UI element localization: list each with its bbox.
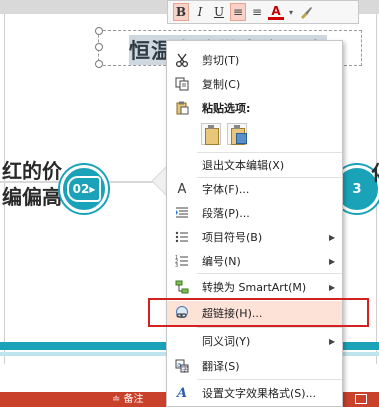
chevron-right-icon: ▶ <box>329 336 336 346</box>
menu-item-paste-options: 粘贴选项: <box>167 96 342 120</box>
resize-handle-middle-left[interactable] <box>95 43 103 51</box>
smartart-icon <box>173 278 191 296</box>
font-color-button[interactable]: A <box>268 4 284 20</box>
left-body-text: 红的价 编偏高 <box>2 158 62 210</box>
menu-item-translate[interactable]: a字 翻译(S) <box>167 354 342 378</box>
font-icon: A <box>177 181 187 197</box>
menu-item-convert-smartart-label: 转换为 SmartArt(M) <box>202 281 307 294</box>
left-body-line-2: 编偏高 <box>2 185 62 209</box>
normal-view-icon[interactable] <box>355 394 367 404</box>
left-body-line-1: 红的价 <box>2 159 62 183</box>
resize-handle-top-left[interactable] <box>95 27 103 35</box>
menu-item-text-effects[interactable]: A 设置文字效果格式(S)... <box>167 381 342 405</box>
underline-button[interactable]: U <box>211 3 227 21</box>
chevron-right-icon: ▶ <box>329 282 336 292</box>
scissors-icon <box>173 51 191 69</box>
menu-separator <box>197 327 342 328</box>
menu-item-exit-text-edit[interactable]: 退出文本编辑(X) <box>167 153 342 177</box>
bullets-icon <box>173 228 191 246</box>
menu-item-convert-smartart[interactable]: 转换为 SmartArt(M) ▶ <box>167 275 342 299</box>
brush-icon[interactable] <box>298 3 314 21</box>
menu-item-copy-label: 复制(C) <box>202 78 241 91</box>
right-body-line-1: 化 <box>371 160 379 186</box>
translate-icon: a字 <box>173 357 191 375</box>
menu-item-font[interactable]: A 字体(F)... <box>167 177 342 201</box>
menu-item-synonyms-label: 同义词(Y) <box>202 335 251 348</box>
step-badge-right-label: 3 <box>352 181 362 197</box>
chevron-right-icon: ▶ <box>329 256 336 266</box>
menu-item-cut-label: 剪切(T) <box>202 54 240 67</box>
menu-item-numbering[interactable]: 123 编号(N) ▶ <box>167 249 342 273</box>
align-center-button[interactable]: ≡ <box>230 3 246 21</box>
paste-picture-icon[interactable] <box>227 123 247 145</box>
menu-item-paste-options-label: 粘贴选项: <box>202 102 251 115</box>
align-left-button[interactable]: ≡ <box>249 3 265 21</box>
paste-keep-format-icon[interactable] <box>201 123 221 145</box>
italic-button[interactable]: I <box>192 3 208 21</box>
menu-item-text-effects-label: 设置文字效果格式(S)... <box>202 387 317 400</box>
menu-item-paragraph[interactable]: 段落(P)... <box>167 201 342 225</box>
context-menu: 剪切(T) 复制(C) 粘贴选项: 退出文本编辑(X) A 字体(F)... 段… <box>166 40 343 407</box>
menu-item-numbering-label: 编号(N) <box>202 255 241 268</box>
step-badge-left-label: 02 <box>72 182 90 196</box>
svg-text:3: 3 <box>175 263 178 268</box>
step-badge-left[interactable]: 02 ▸ <box>60 165 108 213</box>
menu-item-translate-label: 翻译(S) <box>202 360 240 373</box>
menu-item-cut[interactable]: 剪切(T) <box>167 48 342 72</box>
copy-icon <box>173 75 191 93</box>
menu-item-font-label: 字体(F)... <box>202 183 250 196</box>
paragraph-icon <box>173 204 191 222</box>
chevron-right-icon: ▶ <box>329 232 336 242</box>
highlight-annotation-box <box>148 298 369 327</box>
paste-icon <box>173 99 191 117</box>
menu-item-bullets[interactable]: 项目符号(B) ▶ <box>167 225 342 249</box>
font-color-dropdown[interactable]: ▾ <box>287 3 295 21</box>
mini-format-toolbar: B I U ≡ ≡ A ▾ <box>167 0 359 24</box>
paste-options-group <box>201 123 247 145</box>
bold-button[interactable]: B <box>173 3 189 21</box>
numbering-icon: 123 <box>173 252 191 270</box>
menu-item-bullets-label: 项目符号(B) <box>202 231 263 244</box>
menu-separator <box>197 273 342 274</box>
menu-item-synonyms[interactable]: 同义词(Y) ▶ <box>167 329 342 353</box>
resize-handle-bottom-left[interactable] <box>95 60 103 68</box>
notes-button[interactable]: ≐ 备注 <box>112 392 144 407</box>
menu-item-copy[interactable]: 复制(C) <box>167 72 342 96</box>
svg-text:字: 字 <box>182 365 188 373</box>
menu-item-exit-text-edit-label: 退出文本编辑(X) <box>202 159 285 172</box>
text-effects-icon: A <box>176 385 188 401</box>
menu-item-paragraph-label: 段落(P)... <box>202 207 250 220</box>
menu-separator <box>197 379 342 380</box>
right-body-text: 化 <box>371 160 379 186</box>
